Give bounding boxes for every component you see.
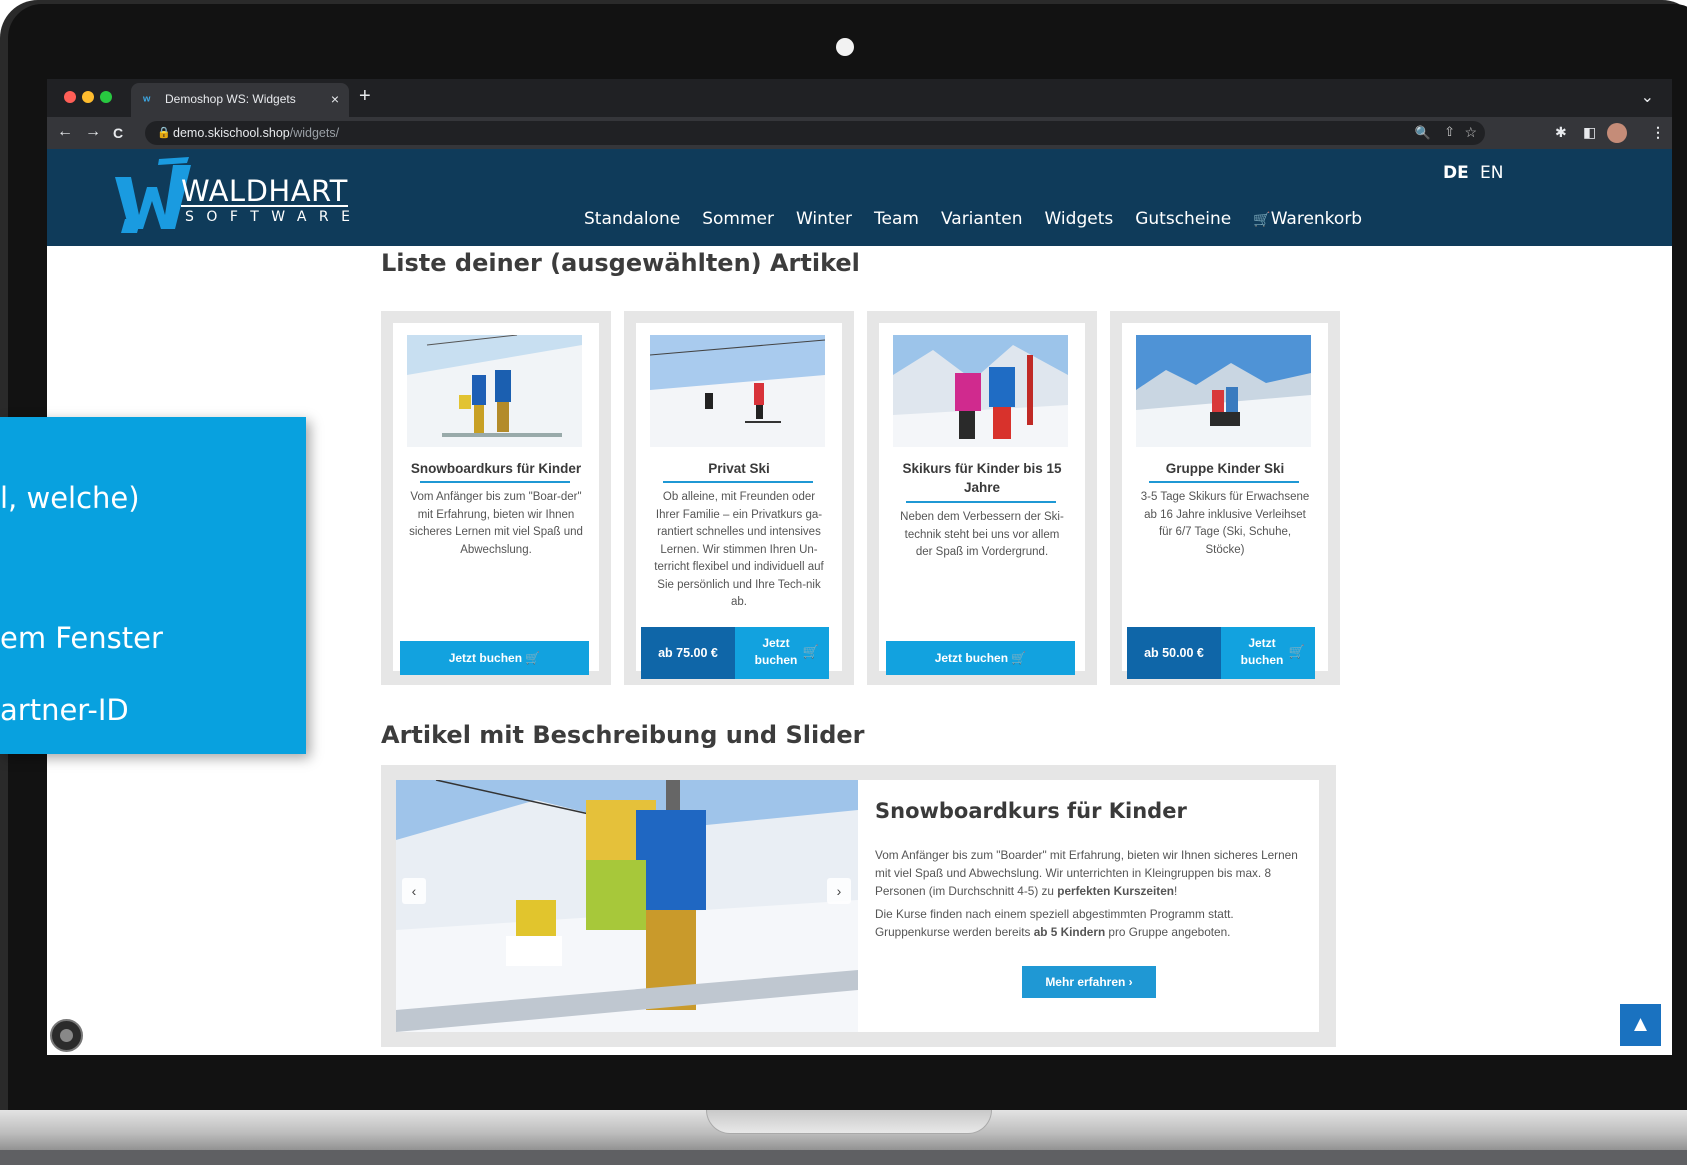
nav-sommer[interactable]: Sommer [702,209,774,229]
article-paragraph-2: Die Kurse finden nach einem speziell abg… [875,907,1234,939]
book-now-button[interactable]: Jetzt buchen 🛒 [735,627,829,679]
card-title: Privat Ski [708,461,770,476]
toolbar: ← → C 🔒 demo.skischool.shop/widgets/ 🔍 ⇧… [47,117,1672,149]
card-title: Snowboardkurs für Kinder [410,461,582,476]
card-description: Vom Anfänger bis zum "Boar-der" mit Erfa… [409,491,583,556]
forward-icon[interactable]: → [85,123,101,141]
site-header: WALDHART SOFTWARE Standalone Sommer Wint… [47,149,1672,246]
laptop-foot [0,1150,1687,1165]
card-description: 3-5 Tage Skikurs für Erwachsene ab 16 Ja… [1140,491,1310,556]
cart-icon: 🛒 [1253,212,1271,228]
card-image [893,335,1068,447]
card-image [407,335,582,447]
slider-image [396,780,858,1032]
new-tab-button[interactable]: + [359,85,371,108]
main-nav: Standalone Sommer Winter Team Varianten … [584,209,1362,229]
camera-dot [836,38,854,56]
url-text: demo.skischool.shop/widgets/ [173,126,340,140]
lock-icon: 🔒 [157,127,171,139]
section-title-slider: Artikel mit Beschreibung und Slider [381,721,865,749]
article-card: Skikurs für Kinder bis 15 Jahre Neben de… [867,311,1097,685]
nav-widgets[interactable]: Widgets [1045,209,1114,229]
card-title: Skikurs für Kinder bis 15 Jahre [902,461,1062,495]
address-bar[interactable]: 🔒 demo.skischool.shop/widgets/ 🔍 ⇧ ☆ [145,121,1485,145]
brand-name: WALDHART [181,174,348,208]
lang-en[interactable]: EN [1480,163,1503,183]
cart-icon: 🛒 [802,644,819,659]
close-tab-icon[interactable]: × [331,91,339,107]
article-slider-card: ‹ › Snowboardkurs für Kinder Vom Anfänge… [381,765,1336,1047]
back-icon[interactable]: ← [57,123,73,141]
share-icon[interactable]: ⇧ [1444,124,1455,140]
card-image [650,335,825,447]
nav-gutscheine[interactable]: Gutscheine [1135,209,1231,229]
article-paragraph-1: Vom Anfänger bis zum "Boarder" mit Erfah… [875,848,1298,898]
bookmark-star-icon[interactable]: ☆ [1464,124,1477,141]
tab-bar: ʷ Demoshop WS: Widgets × + ⌄ [47,79,1672,117]
card-title: Gruppe Kinder Ski [1165,461,1285,476]
card-divider [906,501,1056,503]
card-image [1136,335,1311,447]
close-window-icon[interactable] [64,91,76,103]
book-now-button[interactable]: Jetzt buchen 🛒 [886,641,1075,675]
browser-tab[interactable]: ʷ Demoshop WS: Widgets × [131,83,349,117]
section-title-articles: Liste deiner (ausgewählten) Artikel [381,249,860,277]
article-card: Snowboardkurs für Kinder Vom Anfänger bi… [381,311,611,685]
laptop-mockup: ʷ Demoshop WS: Widgets × + ⌄ ← → C 🔒 dem… [0,0,1687,1165]
laptop-notch [706,1110,992,1134]
learn-more-button[interactable]: Mehr erfahren › [1022,966,1156,998]
book-now-button[interactable]: Jetzt buchen 🛒 [400,641,589,675]
browser-menu-icon[interactable]: ⋮ [1651,124,1665,141]
side-panel-icon[interactable]: ◧ [1583,124,1596,141]
profile-avatar[interactable] [1607,123,1627,143]
nav-standalone[interactable]: Standalone [584,209,680,229]
minimize-window-icon[interactable] [82,91,94,103]
lang-de[interactable]: DE [1443,163,1469,183]
price-label[interactable]: ab 50.00 € [1127,627,1221,679]
feature-overlay-panel: l, welche) em Fenster artner-ID [0,417,306,754]
article-title: Snowboardkurs für Kinder [875,799,1187,823]
zoom-icon[interactable]: 🔍 [1415,125,1431,141]
reload-icon[interactable]: C [113,125,123,141]
favicon-icon: ʷ [143,92,151,108]
overlay-line: em Fenster [0,621,163,655]
article-card: Gruppe Kinder Ski 3-5 Tage Skikurs für E… [1110,311,1340,685]
cart-icon: 🛒 [1288,644,1305,659]
nav-team[interactable]: Team [874,209,919,229]
cookie-settings-icon[interactable] [50,1019,83,1052]
nav-warenkorb[interactable]: 🛒Warenkorb [1253,209,1362,229]
scroll-to-top-button[interactable]: ▲ [1620,1004,1661,1046]
overlay-line: l, welche) [0,481,140,515]
slider-prev-button[interactable]: ‹ [402,878,426,904]
tab-title: Demoshop WS: Widgets [165,92,296,106]
tab-search-icon[interactable]: ⌄ [1641,87,1654,107]
arrow-up-icon: ▲ [1629,1011,1652,1036]
maximize-window-icon[interactable] [100,91,112,103]
card-description: Ob alleine, mit Freunden oder Ihrer Fami… [654,491,824,608]
price-label[interactable]: ab 75.00 € [641,627,735,679]
slider-next-button[interactable]: › [827,878,851,904]
card-divider [663,481,813,483]
card-description: Neben dem Verbessern der Ski-technik ste… [900,511,1064,558]
overlay-line: artner-ID [0,693,129,727]
book-now-button[interactable]: Jetzt buchen 🛒 [1221,627,1315,679]
nav-winter[interactable]: Winter [796,209,852,229]
brand-subtitle: SOFTWARE [185,209,363,225]
nav-varianten[interactable]: Varianten [941,209,1023,229]
article-card: Privat Ski Ob alleine, mit Freunden oder… [624,311,854,685]
extensions-icon[interactable]: ✱ [1555,124,1567,141]
card-divider [1149,481,1299,483]
card-divider [420,481,570,483]
